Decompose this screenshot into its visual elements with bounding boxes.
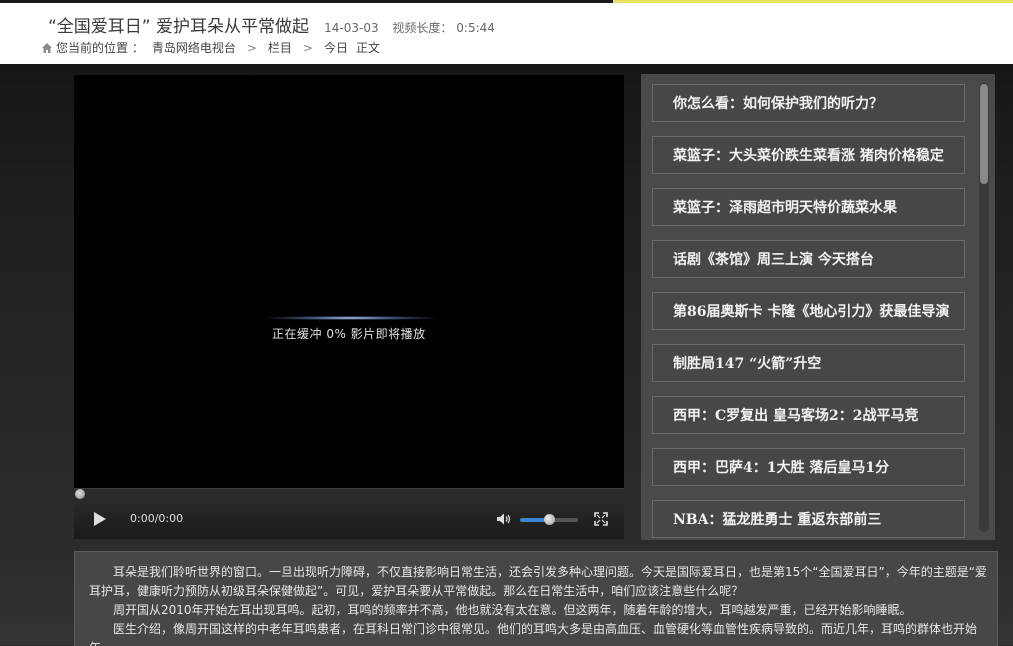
playlist-scrollbar[interactable] [979,82,989,532]
video-date: 14-03-03 [324,21,379,35]
breadcrumb-item-column[interactable]: 栏目 [268,39,292,56]
loading-glow [266,316,436,320]
breadcrumb-item-site[interactable]: 青岛网络电视台 [152,39,236,56]
volume-icon[interactable] [496,512,512,526]
playlist-item[interactable]: 第86届奥斯卡 卡隆《地心引力》获最佳导演 [652,292,965,330]
playlist-item[interactable]: 你怎么看：如何保护我们的听力？ [652,84,965,122]
playlist-item[interactable]: 制胜局147 “火箭”升空 [652,344,965,382]
volume-slider[interactable] [520,514,578,525]
seek-knob[interactable] [75,489,85,499]
chevron-right-icon: > [246,40,257,55]
page-title: “全国爱耳日” 爱护耳朵从平常做起 [48,17,310,37]
playlist-item[interactable]: 菜篮子：大头菜价跌生菜看涨 猪肉价格稳定 [652,136,965,174]
article-body: 耳朵是我们聆听世界的窗口。一旦出现听力障碍，不仅直接影响日常生活，还会引发多种心… [74,551,998,646]
page-header: “全国爱耳日” 爱护耳朵从平常做起 14-03-03 视频长度： 0:5:44 … [0,3,1013,64]
scrollbar-thumb[interactable] [980,84,988,184]
player-controls: 0:00/0:00 [74,499,624,539]
video-player[interactable]: 正在缓冲 0% 影片即将播放 0:00/0:00 [74,75,624,539]
breadcrumb: 您当前的位置 ： 青岛网络电视台 > 栏目 > 今日 正文 [41,39,380,56]
volume-knob[interactable] [543,514,555,525]
playlist-item[interactable]: 西甲：巴萨4：1大胜 落后皇马1分 [652,448,965,486]
play-icon[interactable] [94,512,106,526]
duration-label: 视频长度： [392,21,453,35]
playlist-item[interactable]: 西甲：C罗复出 皇马客场2：2战平马竞 [652,396,965,434]
breadcrumb-item-today[interactable]: 今日 [324,39,348,56]
title-row: “全国爱耳日” 爱护耳朵从平常做起 14-03-03 视频长度： 0:5:44 [48,12,495,37]
time-display: 0:00/0:00 [130,512,184,525]
playlist-item[interactable]: 菜篮子：泽雨超市明天特价蔬菜水果 [652,188,965,226]
home-icon [42,42,52,53]
playlist-panel: 你怎么看：如何保护我们的听力？ 菜篮子：大头菜价跌生菜看涨 猪肉价格稳定 菜篮子… [641,74,995,540]
video-meta: 14-03-03 视频长度： 0:5:44 [324,21,495,35]
playlist-item[interactable]: 话剧《茶馆》周三上演 今天搭台 [652,240,965,278]
video-duration: 0:5:44 [456,21,495,35]
article-paragraph: 周开国从2010年开始左耳出现耳鸣。起初，耳鸣的频率并不高，他也就没有太在意。但… [113,603,912,617]
article-paragraph: 医生介绍，像周开国这样的中老年耳鸣患者，在耳科日常门诊中很常见。他们的耳鸣大多是… [89,622,978,646]
buffering-text: 正在缓冲 0% 影片即将播放 [272,327,426,341]
breadcrumb-prefix: 您当前的位置 ： [56,41,144,55]
seek-bar[interactable] [74,488,624,499]
article-paragraph: 耳朵是我们聆听世界的窗口。一旦出现听力障碍，不仅直接影响日常生活，还会引发多种心… [89,565,987,598]
fullscreen-icon[interactable] [594,512,608,526]
playlist-item[interactable]: NBA：猛龙胜勇士 重返东部前三 [652,500,965,538]
breadcrumb-item-current: 正文 [356,41,381,55]
chevron-right-icon: > [302,40,313,55]
